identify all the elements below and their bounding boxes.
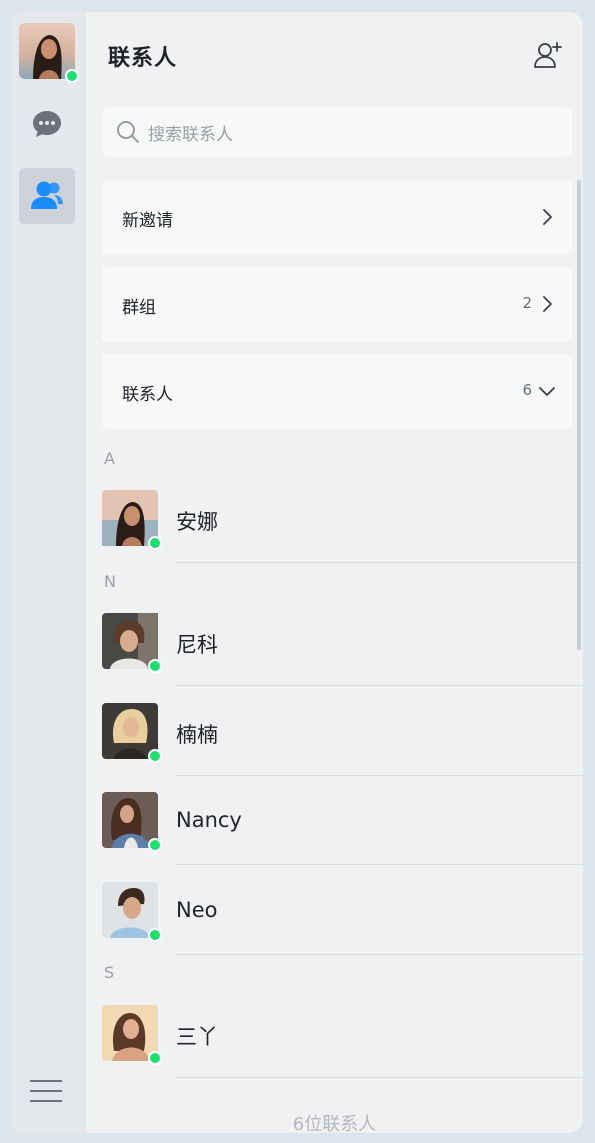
add-contact-icon	[534, 42, 562, 68]
contact-name: 安娜	[176, 510, 218, 534]
avatar	[102, 1005, 162, 1065]
nav-contacts-button[interactable]	[19, 168, 75, 224]
hamburger-menu-icon	[30, 1080, 62, 1102]
index-letter-a: A	[104, 449, 115, 468]
avatar	[102, 613, 162, 673]
search-input[interactable]: 搜索联系人	[102, 107, 572, 157]
index-letter-n: N	[104, 572, 116, 591]
contact-name: Nancy	[176, 808, 242, 832]
index-letter-s: S	[104, 963, 115, 982]
divider	[176, 954, 583, 955]
avatar	[102, 882, 162, 942]
online-status-dot	[148, 1051, 162, 1065]
nav-chats-button[interactable]	[19, 96, 75, 152]
divider	[176, 1077, 583, 1078]
divider	[176, 775, 583, 776]
contact-item[interactable]: Neo	[86, 882, 583, 972]
search-icon	[117, 121, 139, 143]
contacts-total-count: 6位联系人	[292, 1114, 377, 1133]
contacts-panel: 联系人 搜索联系人 新邀请 群组 2 联系人 6 A 安娜 N 尼科 楠楠 Na…	[86, 12, 583, 1133]
online-status-dot	[148, 659, 162, 673]
hamburger-menu-button[interactable]	[30, 1079, 62, 1103]
contact-name: 尼科	[176, 633, 218, 657]
scrollbar[interactable]	[577, 180, 581, 650]
contact-name: Neo	[176, 898, 218, 922]
contacts-count: 6	[522, 381, 532, 399]
avatar	[102, 703, 162, 763]
contact-name: 楠楠	[176, 723, 218, 747]
contact-item[interactable]: 安娜	[86, 490, 583, 580]
new-invites-label: 新邀请	[122, 211, 173, 231]
avatar	[102, 490, 162, 550]
divider	[176, 562, 583, 563]
new-invites-row[interactable]: 新邀请	[102, 180, 572, 255]
chevron-right-icon	[543, 296, 552, 312]
contact-name: 三丫	[176, 1025, 218, 1049]
contact-item[interactable]: 楠楠	[86, 703, 583, 793]
app-window: 联系人 搜索联系人 新邀请 群组 2 联系人 6 A 安娜 N 尼科 楠楠 Na…	[0, 0, 595, 1143]
chat-bubble-icon	[33, 111, 61, 137]
online-status-dot	[148, 838, 162, 852]
user-avatar[interactable]	[19, 23, 79, 83]
online-status-dot	[148, 928, 162, 942]
online-status-dot	[148, 536, 162, 550]
contact-item[interactable]: Nancy	[86, 792, 583, 882]
groups-count: 2	[522, 294, 532, 312]
divider	[176, 685, 583, 686]
search-placeholder: 搜索联系人	[148, 125, 233, 145]
page-title: 联系人	[108, 46, 178, 71]
avatar	[102, 792, 162, 852]
contacts-icon	[31, 181, 63, 209]
groups-label: 群组	[122, 298, 156, 318]
contacts-label: 联系人	[122, 385, 173, 405]
sidebar-rail	[10, 12, 86, 1133]
online-status-dot	[148, 749, 162, 763]
online-status-dot	[65, 69, 79, 83]
chevron-right-icon	[543, 209, 552, 225]
divider	[176, 864, 583, 865]
groups-row[interactable]: 群组 2	[102, 267, 572, 342]
contact-item[interactable]: 尼科	[86, 613, 583, 703]
contact-item[interactable]: 三丫	[86, 1005, 583, 1095]
chevron-down-icon	[539, 387, 555, 396]
contacts-row[interactable]: 联系人 6	[102, 354, 572, 429]
add-contact-button[interactable]	[533, 40, 563, 70]
